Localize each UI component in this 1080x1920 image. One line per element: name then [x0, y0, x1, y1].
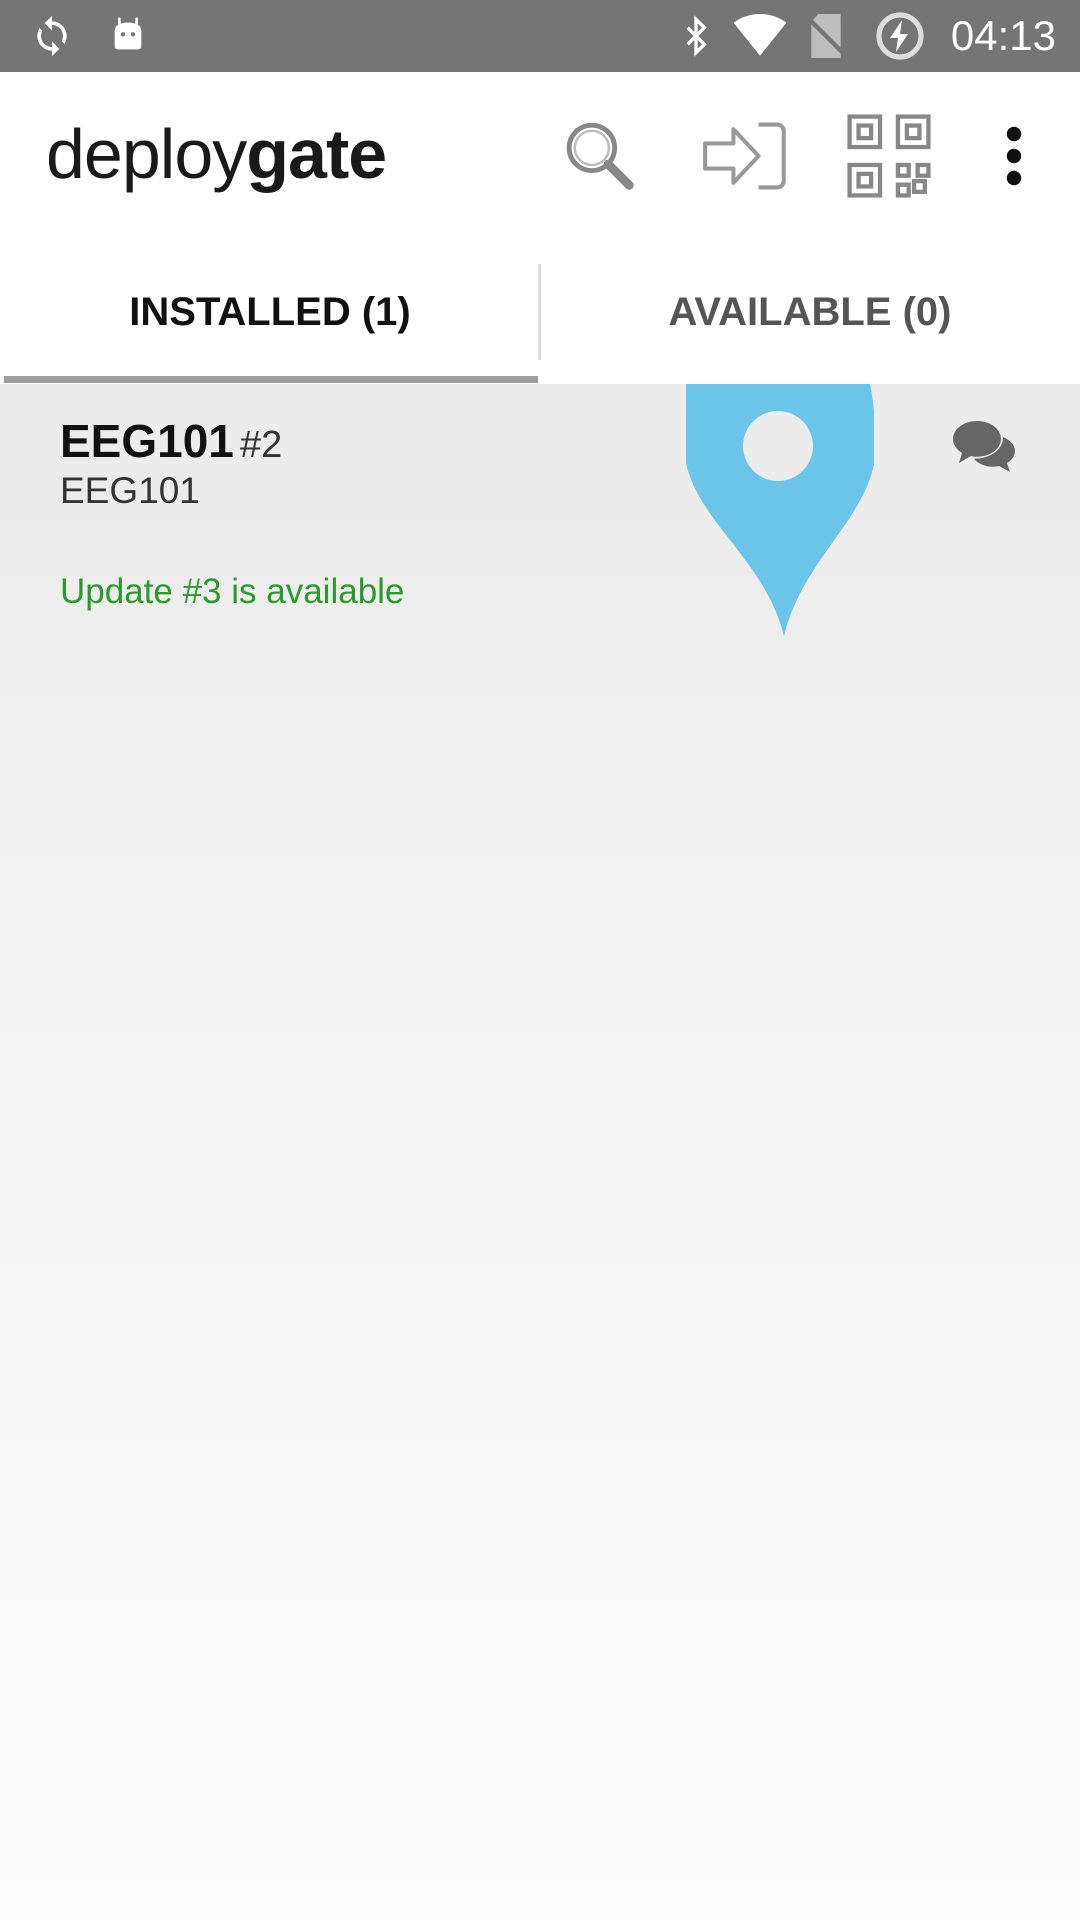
battery-charging-icon	[874, 12, 926, 60]
no-sim-icon	[804, 12, 848, 60]
search-button[interactable]	[554, 112, 646, 204]
tab-bar: INSTALLED (1) AVAILABLE (0)	[0, 240, 1080, 384]
app-list-item[interactable]: EEG101 #2 EEG101 Update #3 is available	[0, 384, 1080, 644]
clock: 04:13	[950, 12, 1056, 59]
deploygate-logo: deploygate	[46, 114, 387, 194]
logo-text-deploy: deploy	[46, 115, 247, 193]
sync-icon	[28, 12, 76, 60]
tab-available[interactable]: AVAILABLE (0)	[540, 240, 1080, 384]
qr-code-button[interactable]	[843, 112, 935, 204]
app-revision: #2	[240, 424, 283, 466]
logo-text-gate: gate	[246, 115, 387, 193]
location-pin-icon	[684, 384, 876, 636]
wifi-icon	[730, 12, 790, 60]
status-bar: 04:13	[0, 0, 1080, 72]
tab-installed[interactable]: INSTALLED (1)	[0, 240, 540, 384]
search-icon	[561, 117, 639, 200]
app-package: EEG101	[60, 470, 200, 511]
app-bar: deploygate	[0, 72, 1080, 240]
app-name: EEG101	[60, 415, 234, 467]
bluetooth-icon	[672, 12, 720, 60]
app-list: EEG101 #2 EEG101 Update #3 is available	[0, 384, 1080, 1920]
comment-icon	[951, 419, 1017, 482]
comment-button[interactable]	[948, 414, 1020, 486]
sign-in-button[interactable]	[700, 112, 792, 204]
more-vert-icon	[1004, 126, 1024, 191]
update-available-text: Update #3 is available	[60, 572, 405, 611]
sign-in-icon	[702, 117, 790, 200]
tab-selected-indicator	[4, 376, 538, 383]
qr-code-icon	[846, 113, 932, 204]
overflow-menu-button[interactable]	[968, 112, 1060, 204]
android-icon	[104, 12, 152, 60]
